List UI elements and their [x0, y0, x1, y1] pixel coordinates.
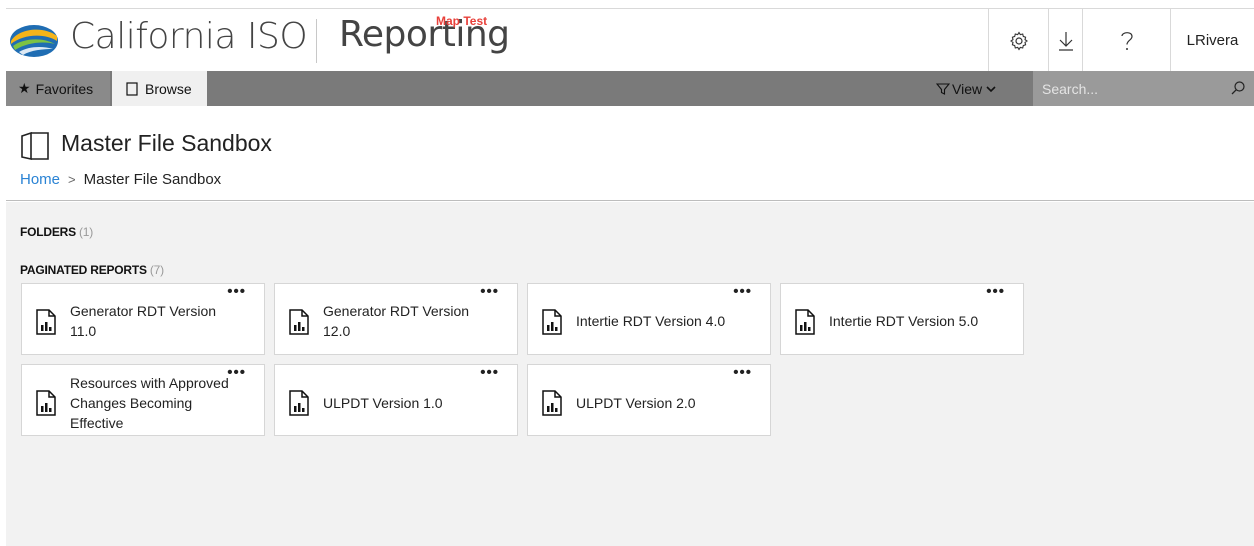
report-icon [542, 309, 562, 335]
report-title: Generator RDT Version 12.0 [323, 303, 470, 339]
more-options-button[interactable]: ••• [227, 365, 246, 380]
folders-count: (1) [78, 225, 94, 239]
report-icon [542, 390, 562, 416]
report-card[interactable]: ULPDT Version 1.0 ••• [274, 364, 518, 436]
star-icon: ★ [18, 80, 31, 96]
chevron-down-icon [986, 85, 996, 92]
report-title: Resources with Approved Changes Becoming… [70, 375, 229, 431]
breadcrumb: Home > Master File Sandbox [20, 171, 221, 188]
filter-icon [936, 82, 950, 95]
search-box [1033, 71, 1254, 106]
app-header: California ISO Reporting Map Test LRiver… [6, 8, 1254, 72]
reports-label: PAGINATED REPORTS [20, 263, 147, 277]
tab-browse-label: Browse [145, 80, 192, 97]
report-card[interactable]: Resources with Approved Changes Becoming… [21, 364, 265, 436]
brand-divider [316, 19, 317, 63]
download-icon [1058, 31, 1073, 51]
report-title: Intertie RDT Version 4.0 [576, 313, 726, 329]
environment-tag: Map Test [436, 14, 488, 28]
view-dropdown[interactable]: View [936, 71, 996, 106]
page-icon [126, 81, 138, 96]
view-label: View [952, 80, 983, 97]
report-card[interactable]: Intertie RDT Version 4.0 ••• [527, 283, 771, 355]
more-options-button[interactable]: ••• [733, 284, 752, 299]
breadcrumb-home-link[interactable]: Home [20, 171, 60, 188]
page-title: Master File Sandbox [61, 130, 272, 156]
search-icon[interactable] [1230, 80, 1246, 96]
tab-browse[interactable]: Browse [112, 71, 207, 106]
tab-favorites-label: Favorites [35, 80, 94, 97]
settings-button[interactable] [988, 9, 1048, 72]
help-button[interactable] [1082, 9, 1170, 72]
report-icon [289, 390, 309, 416]
question-icon [1120, 31, 1133, 50]
report-icon [36, 309, 56, 335]
more-options-button[interactable]: ••• [986, 284, 1005, 299]
report-title: ULPDT Version 2.0 [576, 395, 696, 411]
gear-icon [1009, 30, 1028, 51]
download-button[interactable] [1048, 9, 1082, 72]
more-options-button[interactable]: ••• [480, 365, 499, 380]
breadcrumb-separator: > [68, 172, 76, 187]
nav-bar: ★ Favorites Browse View [6, 71, 1254, 106]
brand-name: California ISO [70, 16, 308, 57]
more-options-button[interactable]: ••• [227, 284, 246, 299]
search-input[interactable] [1033, 71, 1254, 106]
report-title: ULPDT Version 1.0 [323, 395, 443, 411]
breadcrumb-current: Master File Sandbox [83, 171, 222, 188]
folder-icon [21, 132, 49, 160]
page-header: Master File Sandbox Home > Master File S… [6, 106, 1254, 201]
report-card[interactable]: Intertie RDT Version 5.0 ••• [780, 283, 1024, 355]
report-card[interactable]: Generator RDT Version 11.0 ••• [21, 283, 265, 355]
reports-section-label: PAGINATED REPORTS (7) [20, 263, 164, 277]
report-icon [795, 309, 815, 335]
report-title: Intertie RDT Version 5.0 [829, 313, 979, 329]
report-title: Generator RDT Version 11.0 [70, 303, 217, 339]
report-card[interactable]: Generator RDT Version 12.0 ••• [274, 283, 518, 355]
folders-label: FOLDERS [20, 225, 76, 239]
more-options-button[interactable]: ••• [480, 284, 499, 299]
report-icon [36, 390, 56, 416]
more-options-button[interactable]: ••• [733, 365, 752, 380]
user-menu[interactable]: LRivera [1170, 9, 1254, 72]
tab-favorites[interactable]: ★ Favorites [6, 71, 110, 106]
california-iso-logo [10, 25, 58, 57]
report-card[interactable]: ULPDT Version 2.0 ••• [527, 364, 771, 436]
folders-section-label[interactable]: FOLDERS (1) [20, 225, 93, 239]
user-name: LRivera [1186, 32, 1239, 49]
report-icon [289, 309, 309, 335]
content-area: FOLDERS (1) PAGINATED REPORTS (7) Generato… [6, 202, 1254, 546]
reports-count: (7) [149, 263, 164, 277]
